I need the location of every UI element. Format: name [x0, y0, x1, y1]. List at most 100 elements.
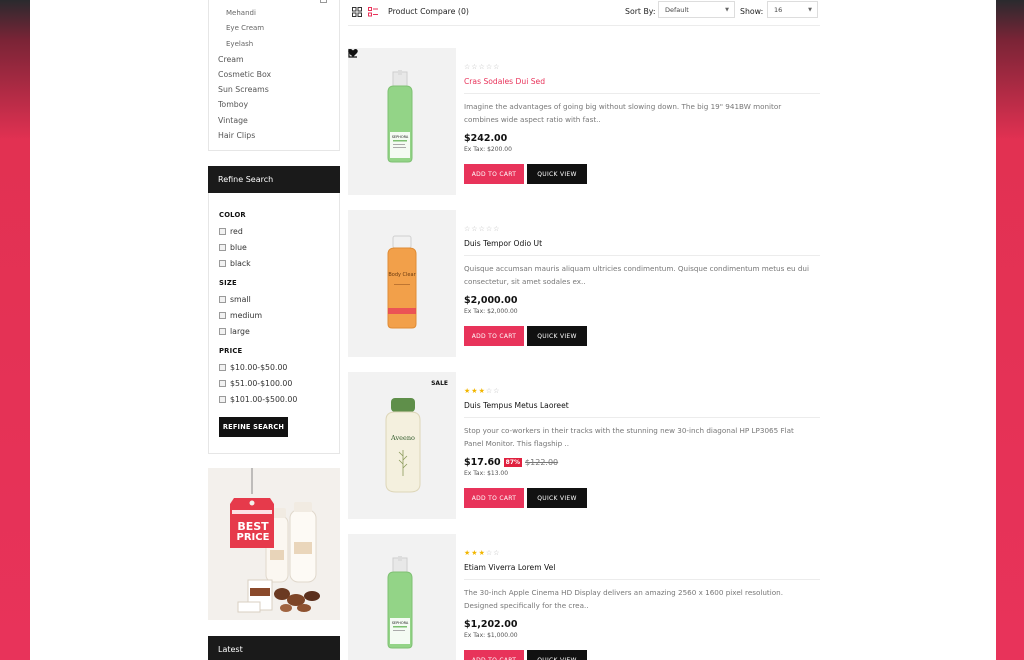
filter-label: $101.00-$500.00 [230, 395, 298, 404]
checkbox[interactable] [219, 296, 226, 303]
product-image[interactable]: SEPHORA [348, 534, 456, 660]
filter-price-51-100[interactable]: $51.00-$100.00 [219, 379, 292, 388]
latest-heading: Latest [208, 636, 340, 660]
star-filled-icon: ★ [478, 387, 485, 395]
checkbox[interactable] [219, 228, 226, 235]
page: Mehandi Eye Cream Eyelash Cream Cosmetic… [30, 0, 996, 660]
product-title[interactable]: Etiam Viverra Lorem Vel [464, 563, 555, 572]
product-title[interactable]: Cras Sodales Dui Sed [464, 77, 545, 86]
collapse-icon[interactable] [320, 0, 327, 3]
best-price-banner-image [208, 468, 340, 620]
star-empty-icon: ☆ [464, 63, 471, 71]
filter-label: blue [230, 243, 247, 252]
star-empty-icon: ☆ [493, 225, 500, 233]
filter-size-small[interactable]: small [219, 295, 251, 304]
checkbox[interactable] [219, 364, 226, 371]
ex-tax-price: Ex Tax: $13.00 [464, 470, 509, 477]
product-description: Quisque accumsan mauris aliquam ultricie… [464, 264, 809, 286]
star-empty-icon: ☆ [471, 225, 478, 233]
ex-tax-price: Ex Tax: $200.00 [464, 146, 512, 153]
filter-label: small [230, 295, 251, 304]
rating-stars: ☆ ☆ ☆ ☆ ☆ [464, 64, 499, 71]
divider [464, 579, 820, 580]
sale-badge: SALE [431, 380, 448, 387]
quick-view-button[interactable]: QUICK VIEW [527, 488, 587, 508]
product-item: Aveeno SALE ★ ★ ★ ☆ ☆ Duis Tempus Metus Laor… [348, 372, 820, 520]
add-to-cart-button[interactable]: ADD TO CART [464, 650, 524, 660]
checkbox[interactable] [219, 396, 226, 403]
star-filled-icon: ★ [471, 549, 478, 557]
checkbox[interactable] [219, 328, 226, 335]
category-mehandi[interactable]: Mehandi [226, 9, 256, 17]
checkbox[interactable] [219, 380, 226, 387]
product-compare-link[interactable]: Product Compare (0) [388, 7, 469, 16]
checkbox[interactable] [219, 244, 226, 251]
add-to-cart-button[interactable]: ADD TO CART [464, 488, 524, 508]
product-description: The 30-inch Apple Cinema HD Display deli… [464, 588, 783, 610]
divider [464, 417, 820, 418]
star-empty-icon: ☆ [485, 549, 493, 557]
product-image[interactable]: Aveeno SALE [348, 372, 456, 519]
add-to-cart-button[interactable]: ADD TO CART [464, 326, 524, 346]
product-image[interactable]: Body Clear [348, 210, 456, 357]
category-eye-cream[interactable]: Eye Cream [226, 24, 264, 32]
sort-by-select[interactable]: Default ▼ [658, 1, 735, 18]
list-view-icon[interactable] [368, 7, 378, 17]
banner-tag-bottom: PRICE [236, 532, 270, 543]
star-empty-icon: ☆ [493, 387, 500, 395]
rating-stars: ★ ★ ★ ☆ ☆ [464, 550, 499, 557]
discount-badge: 87% [503, 458, 523, 467]
add-to-cart-button[interactable]: ADD TO CART [464, 164, 524, 184]
product-description: Imagine the advantages of going big with… [464, 102, 782, 124]
chevron-down-icon: ▼ [725, 7, 729, 13]
best-price-banner[interactable]: BEST PRICE [208, 468, 340, 620]
grid-view-icon[interactable] [352, 7, 362, 17]
star-filled-icon: ★ [478, 549, 485, 557]
star-filled-icon: ★ [464, 549, 471, 557]
product-item: SEPHORA ★ ★ ★ ☆ ☆ Etiam Viverra Lorem Vel Th… [348, 534, 820, 660]
quick-view-button[interactable]: QUICK VIEW [527, 650, 587, 660]
star-empty-icon: ☆ [464, 225, 471, 233]
product-price: $2,000.00 [464, 295, 518, 306]
show-count-select[interactable]: 16 ▼ [767, 1, 818, 18]
filter-color-black[interactable]: black [219, 259, 251, 268]
filter-color-red[interactable]: red [219, 227, 243, 236]
quick-view-button[interactable]: QUICK VIEW [527, 164, 587, 184]
price-row: $242.00 [464, 133, 507, 144]
category-eyelash[interactable]: Eyelash [226, 40, 253, 48]
orange-bottle-image: Body Clear [387, 235, 417, 329]
divider [464, 93, 820, 94]
star-empty-icon: ☆ [493, 63, 500, 71]
filter-label: large [230, 327, 250, 336]
product-price: $242.00 [464, 133, 508, 144]
star-empty-icon: ☆ [485, 387, 493, 395]
green-pump-bottle-image: SEPHORA [387, 556, 413, 649]
quick-view-button[interactable]: QUICK VIEW [527, 326, 587, 346]
filter-size-medium[interactable]: medium [219, 311, 262, 320]
size-filter-title: SIZE [219, 279, 237, 287]
divider [464, 255, 820, 256]
rating-stars: ★ ★ ★ ☆ ☆ [464, 388, 499, 395]
refine-search-button[interactable]: REFINE SEARCH [219, 417, 288, 437]
filter-label: $10.00-$50.00 [230, 363, 288, 372]
price-row: $1,202.00 [464, 619, 518, 630]
product-title[interactable]: Duis Tempus Metus Laoreet [464, 401, 569, 410]
checkbox[interactable] [219, 260, 226, 267]
star-empty-icon: ☆ [478, 225, 485, 233]
svg-text:SEPHORA: SEPHORA [392, 135, 409, 139]
aveeno-bottle-image: Aveeno [385, 398, 421, 493]
compare-chart-icon[interactable] [348, 48, 358, 58]
filter-label: $51.00-$100.00 [230, 379, 293, 388]
star-filled-icon: ★ [464, 387, 471, 395]
filter-price-10-50[interactable]: $10.00-$50.00 [219, 363, 287, 372]
ex-tax-price: Ex Tax: $2,000.00 [464, 308, 518, 315]
star-empty-icon: ☆ [478, 63, 485, 71]
rating-stars: ☆ ☆ ☆ ☆ ☆ [464, 226, 499, 233]
product-image[interactable]: SEPHORA [348, 48, 456, 195]
filter-price-101-500[interactable]: $101.00-$500.00 [219, 395, 297, 404]
product-price: $17.60 [464, 457, 501, 468]
product-title[interactable]: Duis Tempor Odio Ut [464, 239, 542, 248]
filter-color-blue[interactable]: blue [219, 243, 247, 252]
filter-size-large[interactable]: large [219, 327, 250, 336]
checkbox[interactable] [219, 312, 226, 319]
